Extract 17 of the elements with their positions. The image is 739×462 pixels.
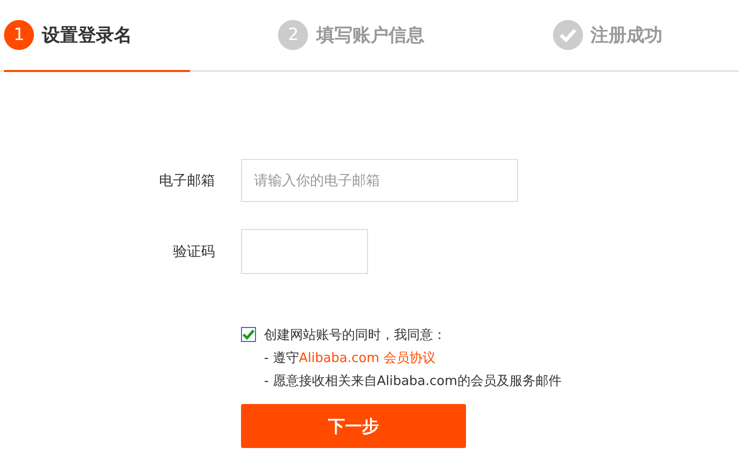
step-tab[interactable]: 注册成功 [552, 0, 739, 72]
step-label: 设置登录名 [42, 24, 132, 47]
terms-link[interactable]: Alibaba.com 会员协议 [298, 351, 436, 366]
check-icon [552, 20, 583, 50]
input-field[interactable]: 请输入你的电子邮箱 [241, 159, 518, 202]
input-field[interactable] [241, 229, 368, 274]
next-button[interactable]: 下一步 [241, 404, 466, 448]
field-label: 验证码 [172, 242, 215, 260]
step-label: 填写账户信息 [316, 24, 424, 47]
step-label: 注册成功 [590, 24, 663, 47]
checkbox[interactable] [241, 327, 256, 342]
step-number: 1 [4, 20, 34, 50]
email-consent-text: - 愿意接收相关来自Alibaba.com的会员及服务邮件 [264, 373, 562, 390]
step-tab[interactable]: 1 设置登录名 [4, 0, 190, 72]
terms-text: - 遵守Alibaba.com 会员协议 [264, 350, 436, 367]
agreement-text: 创建网站账号的同时，我同意： [264, 327, 447, 344]
field-label: 电子邮箱 [158, 172, 215, 190]
